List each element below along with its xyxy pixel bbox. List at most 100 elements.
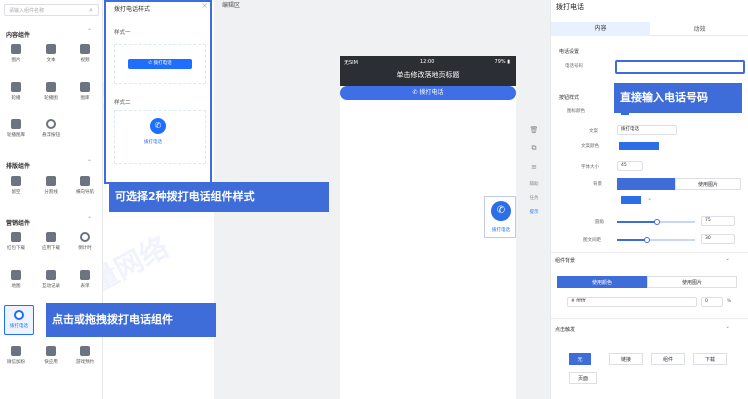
chevron-down-icon[interactable]: ⌄ — [725, 255, 730, 262]
redpacket-icon — [11, 232, 21, 242]
copy-icon[interactable]: ⧉ — [525, 144, 543, 153]
page-title[interactable]: 单击修改落地页标题 — [340, 70, 516, 80]
component-interaction-record[interactable]: 互动记录 — [39, 270, 63, 294]
section-title-marketing: 营销组件 — [6, 220, 31, 227]
form-icon — [80, 270, 90, 280]
opacity-input[interactable]: 0 — [701, 297, 723, 307]
component-spacer[interactable]: 留空 — [4, 176, 28, 200]
divider — [551, 252, 748, 253]
spacing-input[interactable]: 30 — [701, 234, 735, 244]
close-icon[interactable]: × — [201, 1, 208, 10]
side-tab-tip[interactable]: 提示 — [525, 209, 543, 215]
map-icon — [11, 270, 21, 280]
chevron-down-icon[interactable]: ⌄ — [725, 323, 730, 330]
settings-tabs: 内容 动效 — [551, 22, 748, 36]
phone-settings-heading: 电话设置 — [559, 49, 580, 55]
collapse-icon[interactable]: ⌃ — [87, 159, 92, 166]
component-carousel[interactable]: 轮播 — [4, 82, 28, 106]
carousel-icon — [11, 82, 21, 92]
component-carousel-gallery[interactable]: 轮播图库 — [4, 119, 28, 143]
text-color-label: 文案颜色 — [581, 144, 599, 149]
component-quick-app[interactable]: 快应用 — [39, 346, 63, 370]
search-icon: ⌕ — [89, 6, 93, 14]
radius-input[interactable]: 75 — [701, 216, 735, 226]
tab-content[interactable]: 内容 — [551, 22, 650, 36]
trigger-page[interactable]: 页面 — [569, 372, 597, 384]
component-wechat-fans[interactable]: 微信加粉 — [4, 346, 28, 370]
side-tab-task[interactable]: 任务 — [525, 195, 543, 201]
side-tab-assist[interactable]: 辅助 — [525, 181, 543, 187]
text-icon — [46, 44, 56, 54]
collapse-icon[interactable]: ⌃ — [87, 28, 92, 35]
layer-icon[interactable]: ≡ — [525, 163, 543, 171]
trigger-component[interactable]: 组件 — [651, 353, 685, 365]
component-app-download[interactable]: 应用下载 — [39, 232, 63, 256]
use-image-option[interactable]: 使用图片 — [647, 276, 737, 288]
floating-call-label: 拨打电话 — [492, 228, 510, 233]
chevron-down-icon[interactable]: ⌄ — [647, 195, 652, 202]
style-2-label: 样式二 — [114, 100, 131, 106]
phone-icon[interactable]: ✆ — [150, 118, 166, 134]
component-float-button[interactable]: 悬浮按钮 — [39, 119, 63, 143]
percent-label: % — [727, 299, 732, 304]
component-countdown[interactable]: 倒计时 — [73, 232, 97, 256]
component-panel: 请输入组件名称 ⌕ 内容组件 ⌃ 图片 文本 视频 轮播 轮播图 图库 轮播图库… — [0, 0, 103, 399]
float-button-icon — [46, 119, 56, 129]
component-horizontal-nav[interactable]: 横向导航 — [73, 176, 97, 200]
video-icon — [80, 44, 90, 54]
search-input[interactable]: 请输入组件名称 ⌕ — [4, 4, 99, 16]
canvas-title: 编辑区 — [222, 2, 241, 9]
floating-call-button[interactable]: ✆ 拨打电话 — [484, 196, 516, 238]
section-title-layout: 排版组件 — [6, 163, 31, 170]
style-1-preview-button[interactable]: ✆ 拨打电话 — [128, 59, 192, 69]
canvas-toolbar: 🗑 ⧉ ≡ 辅助 任务 提示 — [525, 126, 543, 215]
trigger-download[interactable]: 下载 — [693, 353, 727, 365]
text-input[interactable]: 拨打电话 — [617, 125, 677, 135]
font-size-input[interactable]: 45 — [617, 161, 643, 171]
trigger-link[interactable]: 链接 — [609, 353, 643, 365]
sim-status: 无SIM — [344, 60, 358, 66]
trigger-none[interactable]: 无 — [569, 353, 591, 365]
carousel-image-icon — [46, 82, 56, 92]
image-icon — [11, 44, 21, 54]
use-color-option[interactable]: 使用颜色 — [557, 276, 647, 288]
trash-icon[interactable]: 🗑 — [525, 126, 543, 134]
clock-icon — [80, 232, 90, 242]
component-text[interactable]: 文本 — [39, 44, 63, 68]
component-redpacket[interactable]: 红包下载 — [4, 232, 28, 256]
tab-animation[interactable]: 动效 — [650, 24, 748, 33]
component-map[interactable]: 地图 — [4, 270, 28, 294]
spacer-icon — [11, 176, 21, 186]
style-picker-panel: 拨打电话样式 × 样式一 ✆ 拨打电话 样式二 ✆ 拨打电话 — [104, 0, 212, 184]
component-video[interactable]: 视频 — [73, 44, 97, 68]
component-gallery[interactable]: 图库 — [73, 82, 97, 106]
divider — [551, 318, 748, 319]
radius-slider[interactable] — [617, 219, 695, 225]
call-bar-button[interactable]: ✆ 拨打电话 — [340, 86, 516, 100]
quick-app-icon — [46, 346, 56, 356]
phone-number-label: 电话号码 — [565, 64, 583, 69]
component-divider[interactable]: 分割线 — [39, 176, 63, 200]
color-hex-input[interactable]: # ffffff — [567, 297, 697, 307]
radius-label: 圆角 — [595, 220, 604, 225]
text-color-swatch[interactable] — [619, 142, 659, 150]
component-game-reserve[interactable]: 游戏预约 — [73, 346, 97, 370]
component-carousel-image[interactable]: 轮播图 — [39, 82, 63, 106]
search-placeholder: 请输入组件名称 — [9, 8, 45, 14]
settings-panel: 拨打电话 内容 动效 电话设置 电话号码 按钮样式 图标颜色 文案 拨打电话 文… — [550, 0, 748, 399]
spacing-slider[interactable] — [617, 237, 695, 243]
background-color-swatch[interactable] — [621, 196, 641, 204]
phone-number-input[interactable] — [615, 60, 745, 74]
background-image-option[interactable]: 使用图片 — [675, 178, 741, 190]
style-panel-title: 拨打电话样式 — [114, 6, 151, 13]
collapse-icon[interactable]: ⌃ — [87, 216, 92, 223]
component-bg-heading: 组件背景 — [555, 258, 576, 264]
component-phone-call[interactable]: 拨打电话 — [4, 305, 34, 335]
component-form[interactable]: 表单 — [73, 270, 97, 294]
nav-icon — [80, 176, 90, 186]
component-image[interactable]: 图片 — [4, 44, 28, 68]
background-color-option[interactable] — [617, 178, 675, 190]
gallery-icon — [80, 82, 90, 92]
settings-title: 拨打电话 — [556, 3, 584, 11]
click-trigger-heading: 点击触发 — [555, 327, 576, 333]
